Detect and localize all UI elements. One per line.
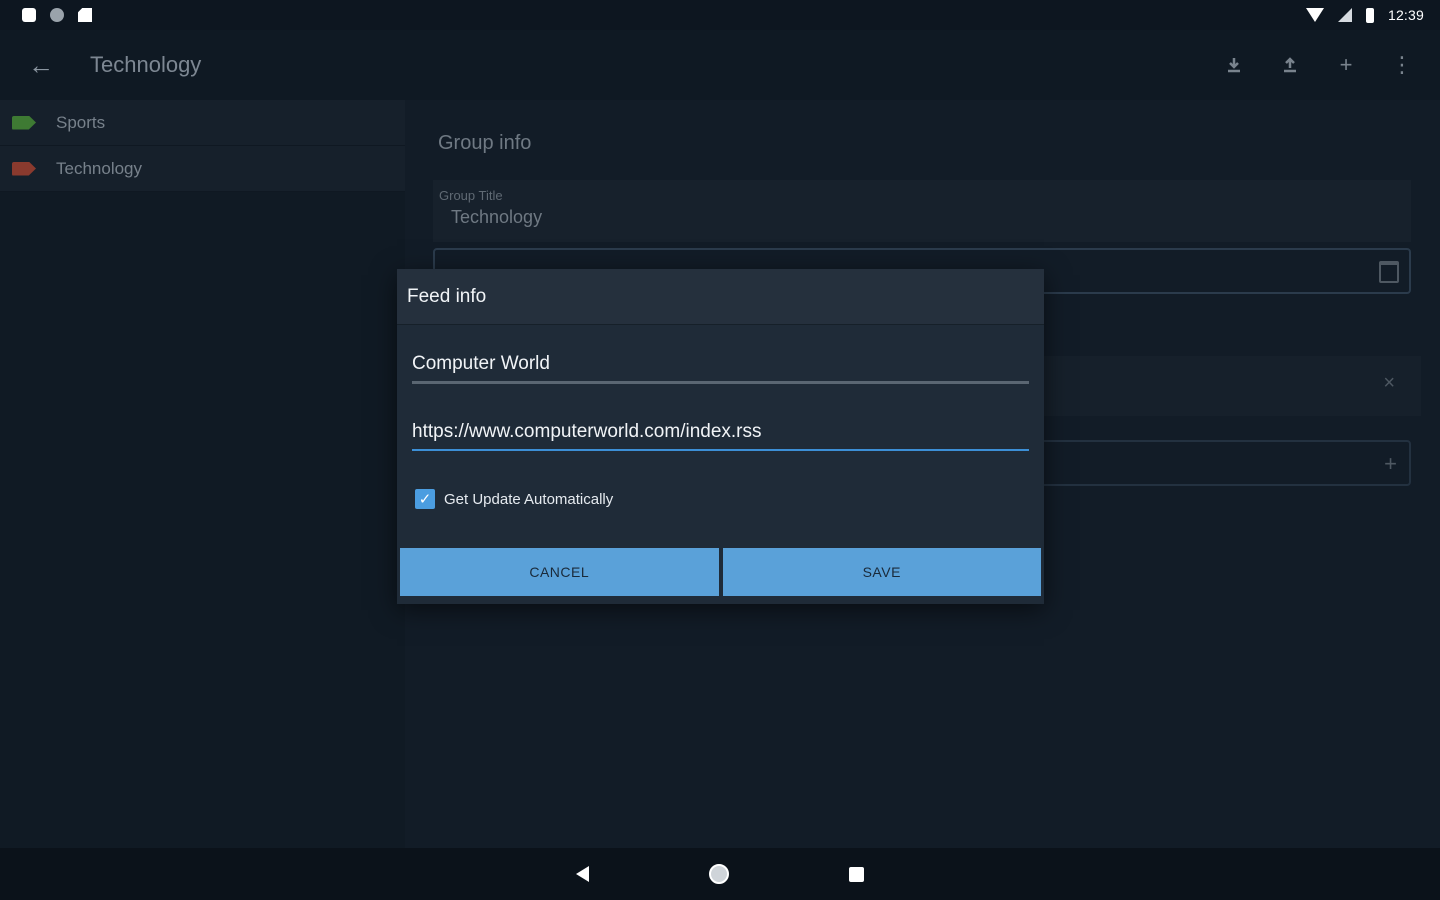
- sidebar-item-technology[interactable]: Technology: [0, 146, 405, 192]
- back-button[interactable]: ←: [0, 30, 82, 100]
- status-bar: 12:39: [0, 0, 1440, 30]
- cancel-button[interactable]: CANCEL: [400, 548, 719, 596]
- sd-card-icon: [78, 8, 92, 22]
- arrow-back-icon: ←: [28, 49, 54, 80]
- wifi-icon: [1305, 8, 1324, 22]
- more-vert-icon: ⋮: [1391, 52, 1413, 77]
- status-left: [22, 8, 92, 22]
- sidebar-item-label: Sports: [56, 112, 106, 132]
- auto-update-checkbox[interactable]: ✓: [415, 489, 435, 509]
- circle-icon: [50, 8, 64, 22]
- notification-icon: [22, 8, 36, 22]
- system-nav-bar: [0, 848, 1440, 900]
- signal-icon: [1337, 8, 1352, 22]
- app-toolbar: ← Technology + ⋮: [0, 30, 1440, 100]
- feed-name-field: [412, 349, 1029, 384]
- group-title-field[interactable]: Group Title Technology: [433, 180, 1411, 242]
- download-button[interactable]: [1206, 37, 1262, 93]
- dialog-buttons: CANCEL SAVE: [400, 548, 1041, 596]
- group-title-label: Group Title: [439, 188, 503, 203]
- add-icon: +: [1339, 52, 1353, 77]
- nav-home-icon[interactable]: [709, 864, 729, 884]
- close-icon[interactable]: ×: [1383, 372, 1395, 395]
- auto-update-label: Get Update Automatically: [444, 490, 614, 508]
- download-icon: [1228, 58, 1240, 73]
- feed-info-dialog: Feed info ✓ Get Update Automatically CAN…: [397, 269, 1044, 604]
- feed-url-field: [412, 417, 1029, 451]
- feed-url-underline: [412, 449, 1029, 451]
- add-button[interactable]: +: [1318, 37, 1374, 93]
- group-title-value: Technology: [451, 207, 543, 227]
- sidebar: Sports Technology: [0, 100, 405, 848]
- battery-icon: [1365, 7, 1374, 23]
- tag-icon: [12, 161, 36, 176]
- upload-button[interactable]: [1262, 37, 1318, 93]
- more-options-button[interactable]: ⋮: [1374, 37, 1430, 93]
- tag-icon: [12, 115, 36, 130]
- save-button[interactable]: SAVE: [722, 548, 1041, 596]
- nav-recents-icon[interactable]: [849, 866, 864, 882]
- sidebar-item-label: Technology: [56, 158, 143, 178]
- feed-name-input[interactable]: [412, 349, 1029, 381]
- sidebar-item-sports[interactable]: Sports: [0, 100, 405, 146]
- status-right: 12:39: [1305, 7, 1424, 23]
- page-title: Technology: [90, 52, 202, 77]
- auto-update-row[interactable]: ✓ Get Update Automatically: [415, 489, 613, 509]
- dialog-header: Feed info: [397, 269, 1044, 325]
- dialog-title: Feed info: [407, 285, 487, 307]
- trash-icon[interactable]: [1379, 261, 1399, 283]
- toolbar-actions: + ⋮: [1206, 37, 1440, 93]
- upload-icon: [1284, 57, 1296, 73]
- add-icon[interactable]: +: [1384, 451, 1397, 477]
- feed-url-input[interactable]: [412, 417, 1029, 449]
- feed-name-underline: [412, 381, 1029, 384]
- status-time: 12:39: [1387, 7, 1424, 23]
- group-info-heading: Group info: [438, 132, 532, 154]
- nav-back-icon[interactable]: [576, 866, 589, 882]
